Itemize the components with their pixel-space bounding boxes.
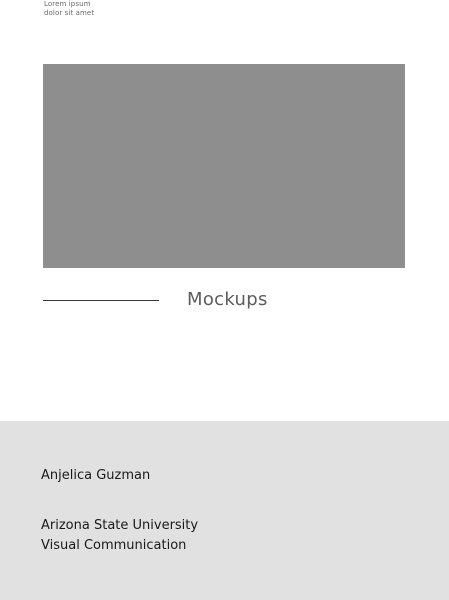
image-placeholder — [43, 64, 405, 268]
section-title: Mockups — [187, 289, 268, 310]
section-divider — [43, 300, 159, 301]
caption-line-1: Lorem ipsum — [44, 0, 91, 8]
department-name: Visual Communication — [41, 538, 187, 553]
author-name: Anjelica Guzman — [41, 468, 151, 483]
university-name: Arizona State University — [41, 518, 199, 533]
affiliation: Arizona State University Visual Communic… — [41, 516, 198, 556]
caption-line-2: dolor sit amet — [44, 9, 95, 17]
top-caption: Lorem ipsum dolor sit amet — [44, 0, 94, 18]
footer-panel: Anjelica Guzman Arizona State University… — [0, 421, 449, 600]
portfolio-page: Lorem ipsum dolor sit amet Mockups Anjel… — [0, 0, 449, 600]
